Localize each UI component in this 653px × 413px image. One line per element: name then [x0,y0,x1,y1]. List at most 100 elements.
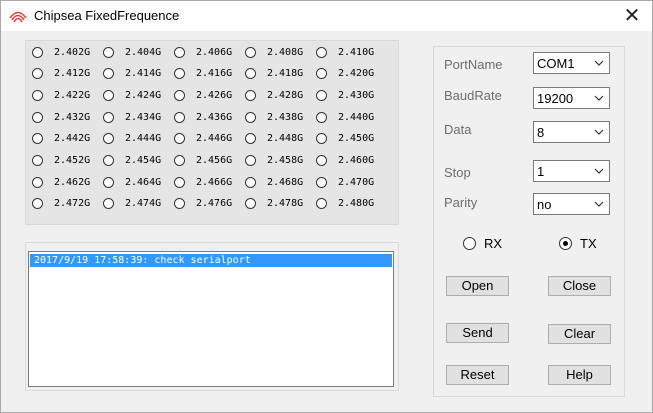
open-button[interactable]: Open [446,276,509,296]
frequency-option[interactable]: 2.442G [32,130,90,148]
frequency-option[interactable]: 2.472G [32,195,90,213]
frequency-option[interactable]: 2.412G [32,65,90,83]
frequency-option[interactable]: 2.480G [316,195,374,213]
frequency-option[interactable]: 2.452G [32,152,90,170]
frequency-radio [245,155,256,166]
frequency-option[interactable]: 2.416G [174,65,232,83]
frequency-label: 2.448G [267,133,304,145]
frequency-radio [316,176,327,188]
parity-label: Parity [444,195,478,210]
frequency-radio [103,133,114,145]
frequency-option[interactable]: 2.448G [245,130,303,148]
frequency-label: 2.464G [125,176,162,188]
frequency-option[interactable]: 2.402G [32,43,90,61]
frequency-radio [103,46,114,58]
frequency-option[interactable]: 2.406G [174,43,232,61]
frequency-label: 2.472G [54,198,91,210]
window-title: Chipsea FixedFrequence [34,8,180,23]
baud-rate-select[interactable]: 19200 [533,87,610,109]
log-panel: 2017/9/19 17:58:39: check serialport [25,242,399,391]
frequency-option[interactable]: 2.444G [103,130,161,148]
frequency-label: 2.438G [267,111,304,123]
tx-radio[interactable]: TX [559,236,597,251]
frequency-option[interactable]: 2.470G [316,173,374,191]
port-name-select[interactable]: COM1 [533,52,610,74]
frequency-radio [174,155,185,166]
frequency-radio [174,89,185,101]
frequency-label: 2.462G [54,176,91,188]
baud-rate-label: BaudRate [444,88,502,103]
frequency-radio [245,111,256,123]
frequency-option[interactable]: 2.454G [103,152,161,170]
frequency-option[interactable]: 2.446G [174,130,232,148]
frequency-option[interactable]: 2.464G [103,173,161,191]
frequency-option[interactable]: 2.476G [174,195,232,213]
frequency-radio [245,133,256,145]
frequency-label: 2.428G [267,89,304,101]
send-button[interactable]: Send [446,323,509,343]
frequency-option[interactable]: 2.438G [245,108,303,126]
frequency-option[interactable]: 2.434G [103,108,161,126]
frequency-option[interactable]: 2.404G [103,43,161,61]
frequency-label: 2.456G [196,155,233,166]
frequency-radio [174,46,185,58]
frequency-label: 2.422G [54,89,91,101]
data-bits-select[interactable]: 8 [533,121,610,143]
frequency-option[interactable]: 2.460G [316,152,374,170]
frequency-option[interactable]: 2.456G [174,152,232,170]
frequency-option[interactable]: 2.436G [174,108,232,126]
frequency-option[interactable]: 2.420G [316,65,374,83]
frequency-radio [316,133,327,145]
frequency-option[interactable]: 2.424G [103,86,161,104]
frequency-label: 2.446G [196,133,233,145]
frequency-option[interactable]: 2.408G [245,43,303,61]
frequency-label: 2.466G [196,176,233,188]
clear-button[interactable]: Clear [548,324,611,344]
help-button[interactable]: Help [548,365,611,385]
frequency-option[interactable]: 2.458G [245,152,303,170]
frequency-option[interactable]: 2.450G [316,130,374,148]
frequency-option[interactable]: 2.474G [103,195,161,213]
frequency-option[interactable]: 2.426G [174,86,232,104]
frequency-option[interactable]: 2.478G [245,195,303,213]
window-close-button[interactable]: ✕ [613,1,651,31]
chevron-down-icon [594,129,604,135]
frequency-label: 2.480G [338,198,375,210]
stop-bits-label: Stop [444,165,471,180]
data-bits-value: 8 [537,125,545,140]
frequency-option[interactable]: 2.410G [316,43,374,61]
chevron-down-icon [594,201,604,207]
frequency-radio [174,198,185,210]
main-window: Chipsea FixedFrequence ✕ 2.402G 2.404G 2.4… [0,0,653,413]
reset-button[interactable]: Reset [446,365,509,385]
close-icon: ✕ [623,5,641,27]
frequency-option[interactable]: 2.430G [316,86,374,104]
log-entry[interactable]: 2017/9/19 17:58:39: check serialport [30,254,392,267]
frequency-label: 2.476G [196,198,233,210]
frequency-label: 2.410G [338,46,375,58]
frequency-option[interactable]: 2.428G [245,86,303,104]
frequency-radio [103,198,114,210]
frequency-option[interactable]: 2.418G [245,65,303,83]
tx-radio-indicator [559,237,572,250]
frequency-option[interactable]: 2.414G [103,65,161,83]
frequency-option[interactable]: 2.466G [174,173,232,191]
rx-radio[interactable]: RX [463,236,502,251]
frequency-radio [103,111,114,123]
frequency-option[interactable]: 2.462G [32,173,90,191]
frequency-label: 2.412G [54,68,91,80]
frequency-option[interactable]: 2.468G [245,173,303,191]
log-list[interactable]: 2017/9/19 17:58:39: check serialport [28,251,394,387]
serial-settings-panel: PortName COM1 BaudRate 19200 Data 8 Stop… [433,46,625,397]
frequency-option[interactable]: 2.422G [32,86,90,104]
frequency-label: 2.426G [196,89,233,101]
frequency-option[interactable]: 2.432G [32,108,90,126]
stop-bits-select[interactable]: 1 [533,160,610,182]
parity-select[interactable]: no [533,193,610,215]
frequency-label: 2.474G [125,198,162,210]
frequency-option[interactable]: 2.440G [316,108,374,126]
title-bar[interactable]: Chipsea FixedFrequence ✕ [1,1,652,31]
frequency-label: 2.420G [338,68,375,80]
close-button[interactable]: Close [548,276,611,296]
frequency-radio [32,89,43,101]
